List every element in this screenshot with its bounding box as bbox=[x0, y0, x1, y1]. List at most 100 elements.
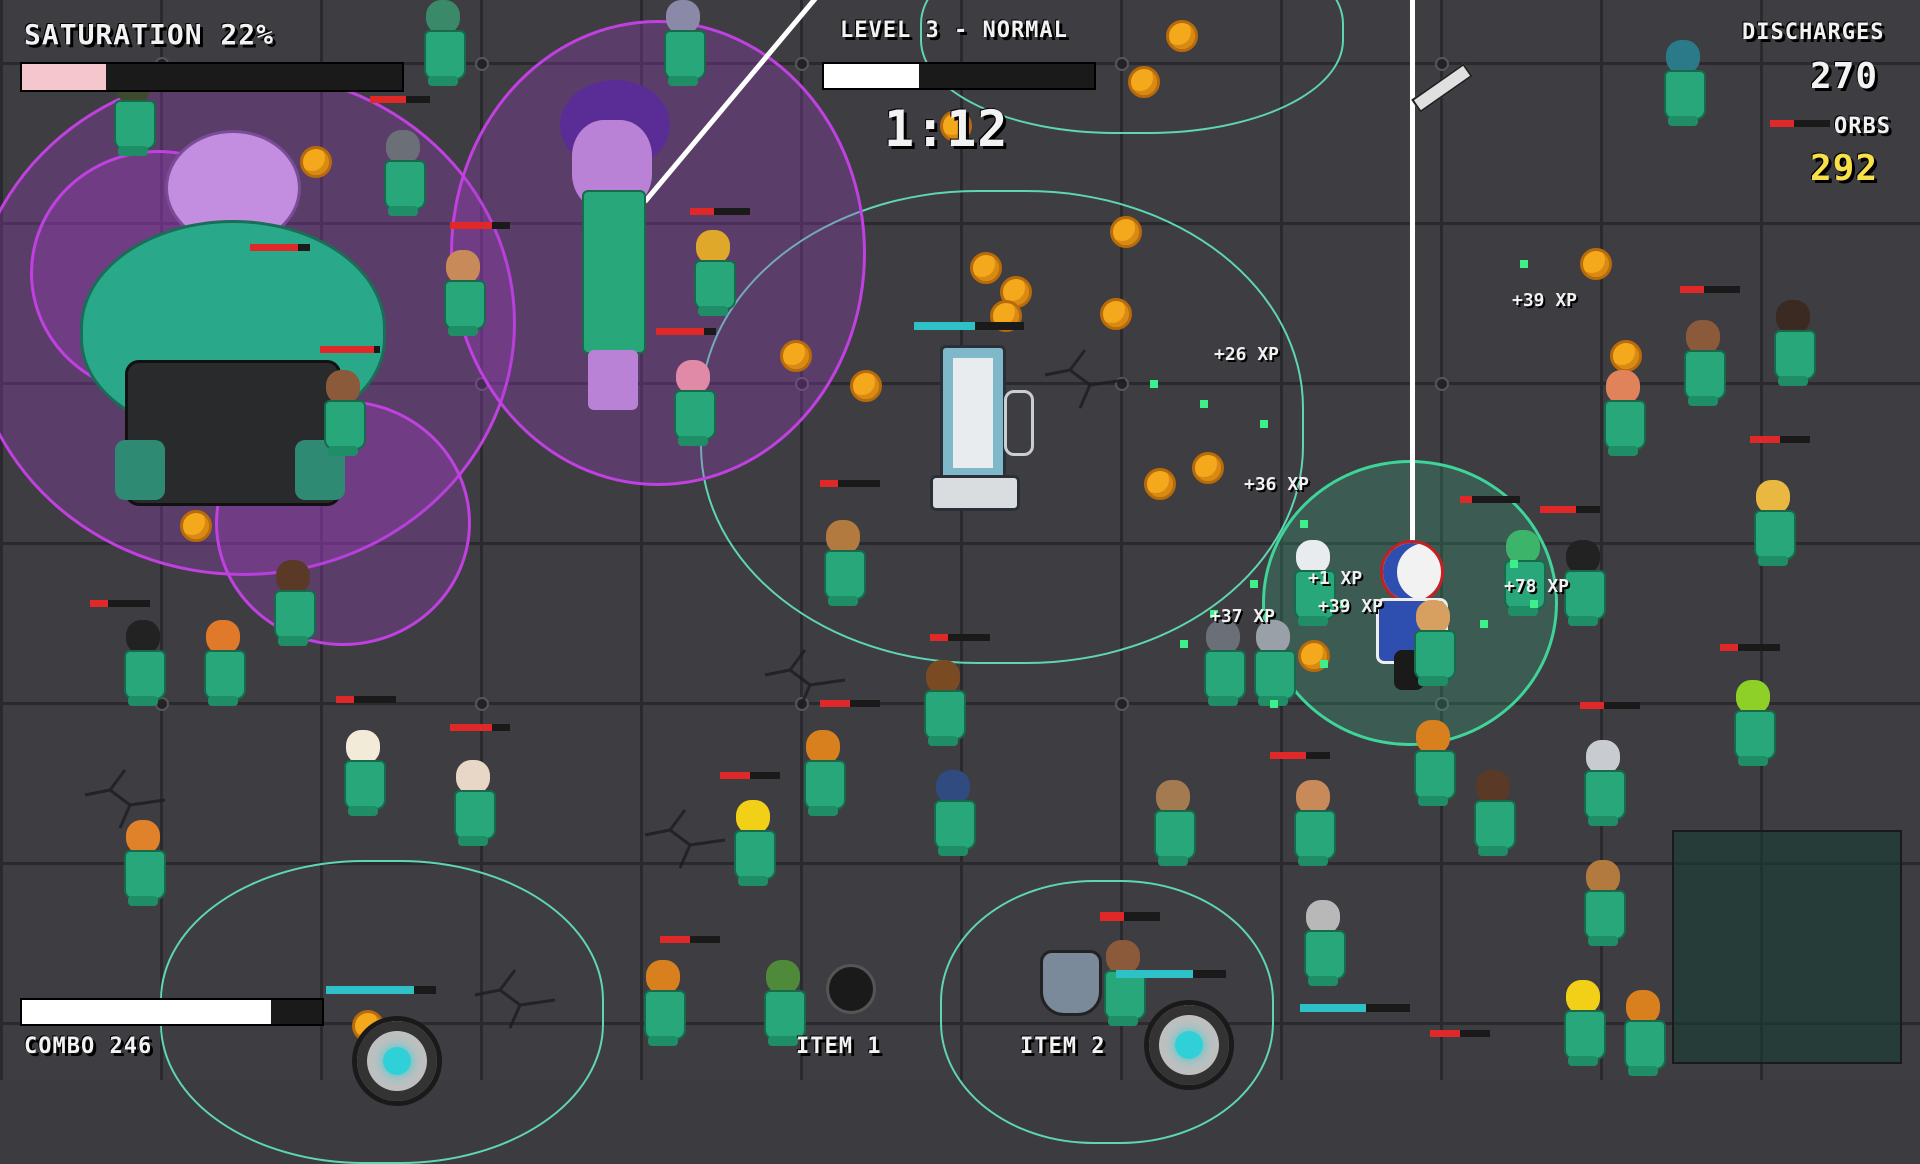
enemy-health-bar bbox=[660, 936, 720, 943]
patient[interactable] bbox=[1250, 620, 1296, 710]
enemy-health-bar bbox=[1580, 702, 1640, 709]
gold-orb-icon[interactable] bbox=[1144, 468, 1176, 500]
gold-orb-icon[interactable] bbox=[1110, 216, 1142, 248]
gold-orb-icon[interactable] bbox=[1580, 248, 1612, 280]
gold-orb-icon[interactable] bbox=[850, 370, 882, 402]
patient[interactable] bbox=[1580, 860, 1626, 950]
patient[interactable] bbox=[1560, 980, 1606, 1070]
item-core-icon bbox=[1175, 1031, 1203, 1059]
enemy-health-bar bbox=[1720, 644, 1780, 651]
gold-orb-icon[interactable] bbox=[780, 340, 812, 372]
patient[interactable] bbox=[670, 360, 716, 450]
patient[interactable] bbox=[1600, 370, 1646, 460]
enemy-health-bar bbox=[1270, 752, 1330, 759]
discharges-label: DISCHARGES bbox=[1742, 20, 1885, 45]
saturation-bar-fill bbox=[22, 64, 106, 90]
ally-cooldown-bar bbox=[914, 322, 1024, 330]
enemy-health-bar bbox=[450, 724, 510, 731]
combo-bar-fill bbox=[22, 1000, 271, 1024]
item-slot-right[interactable] bbox=[1144, 1000, 1234, 1090]
infected-patient[interactable] bbox=[560, 80, 670, 420]
ally-cooldown-bar bbox=[326, 986, 436, 994]
patient[interactable] bbox=[1580, 740, 1626, 830]
xp-particle bbox=[1270, 700, 1278, 708]
xp-popup: +1 XP bbox=[1308, 568, 1363, 589]
patient[interactable] bbox=[640, 960, 686, 1050]
patient[interactable] bbox=[1730, 680, 1776, 770]
xp-popup: +39 XP bbox=[1512, 290, 1578, 311]
orbs-label: ORBS bbox=[1834, 114, 1891, 139]
patient[interactable] bbox=[1290, 780, 1336, 870]
xp-particle bbox=[1260, 420, 1268, 428]
xp-particle bbox=[1530, 600, 1538, 608]
patient[interactable] bbox=[1200, 620, 1246, 710]
floor-bolt bbox=[795, 57, 809, 71]
enemy-health-bar bbox=[656, 328, 716, 335]
patient[interactable] bbox=[450, 760, 496, 850]
patient[interactable] bbox=[440, 250, 486, 340]
gold-orb-icon[interactable] bbox=[1610, 340, 1642, 372]
patient[interactable] bbox=[800, 730, 846, 820]
minimap[interactable] bbox=[1672, 830, 1902, 1064]
gold-orb-icon[interactable] bbox=[300, 146, 332, 178]
patient[interactable] bbox=[690, 230, 736, 320]
xp-particle bbox=[1320, 660, 1328, 668]
gold-orb-icon[interactable] bbox=[1192, 452, 1224, 484]
ally-cooldown-bar bbox=[1116, 970, 1226, 978]
xp-particle bbox=[1180, 640, 1188, 648]
xp-particle bbox=[1250, 580, 1258, 588]
patient[interactable] bbox=[820, 520, 866, 610]
patient[interactable] bbox=[380, 130, 426, 220]
patient[interactable] bbox=[200, 620, 246, 710]
patient[interactable] bbox=[920, 660, 966, 750]
patient[interactable] bbox=[1660, 40, 1706, 130]
saturation-bar bbox=[20, 62, 404, 92]
enemy-health-bar bbox=[1460, 496, 1520, 503]
police-badge-icon[interactable] bbox=[1040, 950, 1102, 1016]
patient[interactable] bbox=[120, 820, 166, 910]
gold-orb-icon[interactable] bbox=[1166, 20, 1198, 52]
enemy-health-bar bbox=[90, 600, 150, 607]
enemy-health-bar bbox=[1680, 286, 1740, 293]
game-arena[interactable]: +39 XP +26 XP +36 XP +37 XP +39 XP +1 XP… bbox=[0, 0, 1920, 1164]
patient[interactable] bbox=[1410, 600, 1456, 690]
patient[interactable] bbox=[1750, 480, 1796, 570]
patient[interactable] bbox=[420, 0, 466, 90]
patient[interactable] bbox=[1680, 320, 1726, 410]
patient[interactable] bbox=[1500, 530, 1546, 620]
patient[interactable] bbox=[1300, 900, 1346, 990]
xp-popup: +78 XP bbox=[1504, 576, 1570, 597]
saturation-label: SATURATION 22% bbox=[24, 18, 275, 51]
bomb-icon[interactable] bbox=[826, 964, 876, 1014]
patient[interactable] bbox=[340, 730, 386, 820]
enemy-health-bar bbox=[336, 696, 396, 703]
patient[interactable] bbox=[320, 370, 366, 460]
enemy-health-bar bbox=[690, 208, 750, 215]
patient[interactable] bbox=[730, 800, 776, 890]
patient[interactable] bbox=[120, 620, 166, 710]
patient[interactable] bbox=[1470, 770, 1516, 860]
floor-crack bbox=[644, 809, 726, 869]
round-timer: 1:12 bbox=[884, 100, 1009, 158]
xp-popup: +26 XP bbox=[1214, 344, 1280, 365]
gold-orb-icon[interactable] bbox=[1128, 66, 1160, 98]
xp-popup: +37 XP bbox=[1210, 606, 1276, 627]
patient[interactable] bbox=[1770, 300, 1816, 390]
xp-popup: +36 XP bbox=[1244, 474, 1310, 495]
patient[interactable] bbox=[1410, 720, 1456, 810]
enemy-health-bar bbox=[930, 634, 990, 641]
enemy-health-bar bbox=[250, 244, 310, 251]
patient[interactable] bbox=[1150, 780, 1196, 870]
patient[interactable] bbox=[660, 0, 706, 90]
patient[interactable] bbox=[270, 560, 316, 650]
item-slot-left[interactable] bbox=[352, 1016, 442, 1106]
enemy-health-bar bbox=[820, 700, 880, 707]
gold-orb-icon[interactable] bbox=[970, 252, 1002, 284]
patient[interactable] bbox=[1100, 940, 1146, 1030]
gold-orb-icon[interactable] bbox=[180, 510, 212, 542]
combo-bar bbox=[20, 998, 324, 1026]
patient[interactable] bbox=[930, 770, 976, 860]
enemy-health-bar bbox=[450, 222, 510, 229]
gold-orb-icon[interactable] bbox=[1100, 298, 1132, 330]
patient[interactable] bbox=[1620, 990, 1666, 1080]
